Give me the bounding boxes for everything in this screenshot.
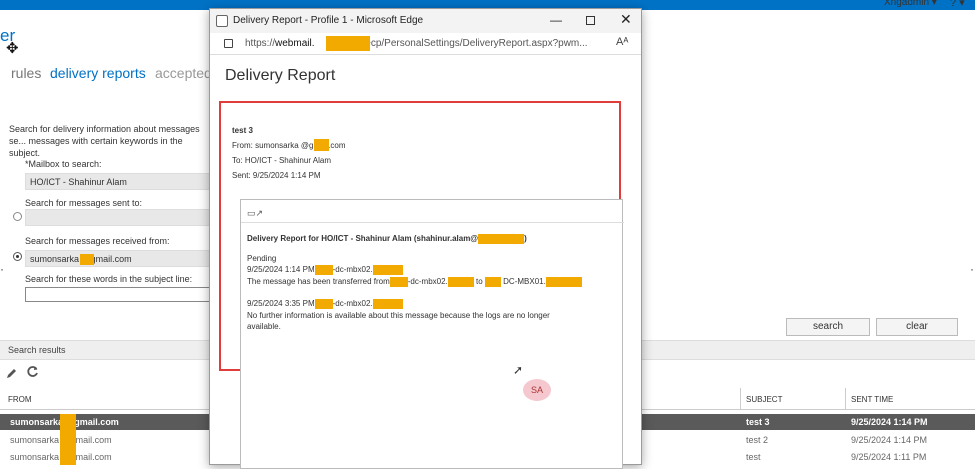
sent-to-field[interactable] xyxy=(25,209,210,226)
event-1-time: 9/25/2024 1:14 PM -dc-mbx02. xyxy=(247,265,403,275)
edit-icon[interactable] xyxy=(6,366,18,384)
divider xyxy=(241,222,624,223)
mailbox-field[interactable]: HO/ICT - Shahinur Alam xyxy=(25,173,210,190)
redaction xyxy=(484,277,501,287)
page-icon xyxy=(216,15,228,27)
event-1-text: The message has been transferred from -dc… xyxy=(247,277,582,287)
tab-accepted[interactable]: accepted xyxy=(155,65,212,81)
side-dot: · xyxy=(970,262,974,276)
message-sent: Sent: 9/25/2024 1:14 PM xyxy=(232,171,321,180)
search-button[interactable]: search xyxy=(786,318,870,336)
tab-delivery-reports[interactable]: delivery reports xyxy=(50,65,146,81)
sent-to-label: Search for messages sent to: xyxy=(25,198,143,208)
event-1-to-server: DC-MBX01. xyxy=(503,277,546,287)
move-cursor-icon: ✥ xyxy=(6,40,19,57)
event-2-time-value: 9/25/2024 3:35 PM xyxy=(247,299,315,309)
redaction xyxy=(389,277,408,287)
received-from-field[interactable]: sumonsarka @gmail.com xyxy=(25,250,210,267)
redaction xyxy=(372,265,403,275)
event-1-from-server: -dc-mbx02. xyxy=(407,277,448,287)
minimize-button[interactable]: — xyxy=(550,13,562,27)
redaction xyxy=(372,299,403,309)
side-dot: · xyxy=(0,262,4,276)
cell-subject: test 3 xyxy=(746,417,770,427)
message-to: To: HO/ICT - Shahinur Alam xyxy=(232,156,331,165)
redaction xyxy=(326,36,370,51)
detail-title-text: Delivery Report for HO/ICT - Shahinur Al… xyxy=(247,234,479,244)
redaction xyxy=(314,265,333,275)
event-1-text-value: The message has been transferred from xyxy=(247,277,390,287)
subject-label: Search for these words in the subject li… xyxy=(25,274,193,284)
avatar: SA xyxy=(523,379,551,401)
cell-sent-time: 9/25/2024 1:14 PM xyxy=(851,435,928,445)
sent-to-radio[interactable] xyxy=(13,212,22,221)
subject-field[interactable] xyxy=(25,287,210,302)
mailbox-label: *Mailbox to search: xyxy=(25,159,102,169)
redaction xyxy=(314,139,329,151)
redaction xyxy=(545,277,582,287)
window-titlebar[interactable]: Delivery Report - Profile 1 - Microsoft … xyxy=(210,9,641,33)
clear-button[interactable]: clear xyxy=(876,318,958,336)
event-1-server: -dc-mbx02. xyxy=(332,265,373,275)
window-title: Delivery Report - Profile 1 - Microsoft … xyxy=(233,15,424,26)
pointer-cursor-icon: ➚ xyxy=(513,363,524,377)
event-1-time-value: 9/25/2024 1:14 PM xyxy=(247,265,315,275)
received-from-radio[interactable] xyxy=(13,252,22,261)
url-text: https://webmail. /ecp/PersonalSettings/De… xyxy=(245,38,588,49)
redaction xyxy=(478,234,525,244)
redaction xyxy=(80,254,94,265)
message-subject: test 3 xyxy=(232,126,253,135)
redaction xyxy=(314,299,333,309)
event-2-time: 9/25/2024 3:35 PM -dc-mbx02. xyxy=(247,299,403,309)
event-2-server: -dc-mbx02. xyxy=(332,299,373,309)
column-divider xyxy=(740,388,741,410)
delivery-details-pane: ▭↗ Delivery Report for HO/ICT - Shahinur… xyxy=(240,199,624,469)
column-from[interactable]: FROM xyxy=(8,395,32,404)
redaction xyxy=(60,414,76,465)
event-1-to: to xyxy=(476,277,483,287)
close-button[interactable]: ✕ xyxy=(620,11,632,28)
column-sent-time[interactable]: SENT TIME xyxy=(851,395,893,404)
report-icon: ▭↗ xyxy=(247,208,264,218)
detail-title: Delivery Report for HO/ICT - Shahinur Al… xyxy=(247,234,527,244)
event-2-text-1: No further information is available abou… xyxy=(247,311,550,320)
intro-text: Search for delivery information about me… xyxy=(9,124,200,158)
lock-icon[interactable] xyxy=(224,39,233,48)
redaction xyxy=(447,277,474,287)
cell-subject: test xyxy=(746,452,761,462)
cell-subject: test 2 xyxy=(746,435,769,445)
url-prefix: https:// xyxy=(245,38,276,49)
cell-sent-time: 9/25/2024 1:11 PM xyxy=(851,452,927,462)
column-divider xyxy=(845,388,846,410)
maximize-button[interactable] xyxy=(586,16,595,25)
refresh-icon[interactable] xyxy=(26,365,39,383)
tab-rules[interactable]: rules xyxy=(11,65,41,81)
event-2-text-2: available. xyxy=(247,322,281,331)
detail-title-end: ) xyxy=(524,234,527,244)
report-heading: Delivery Report xyxy=(225,67,336,84)
column-subject[interactable]: SUBJECT xyxy=(746,395,782,404)
received-from-label: Search for messages received from: xyxy=(25,236,170,246)
cell-sent-time: 9/25/2024 1:14 PM xyxy=(851,417,928,427)
delivery-report-window: Delivery Report - Profile 1 - Microsoft … xyxy=(209,8,642,469)
url-path: /ecp/PersonalSettings/DeliveryReport.asp… xyxy=(362,38,588,49)
status-text: Pending xyxy=(247,254,277,263)
read-aloud-icon[interactable]: Aᴬ xyxy=(616,36,628,48)
help-icon[interactable]: ? ▾ xyxy=(950,0,965,9)
user-menu[interactable]: Xngadmin ▾ xyxy=(884,0,937,8)
address-bar[interactable]: https://webmail. /ecp/PersonalSettings/De… xyxy=(210,33,641,55)
url-host: webmail. xyxy=(275,38,315,49)
